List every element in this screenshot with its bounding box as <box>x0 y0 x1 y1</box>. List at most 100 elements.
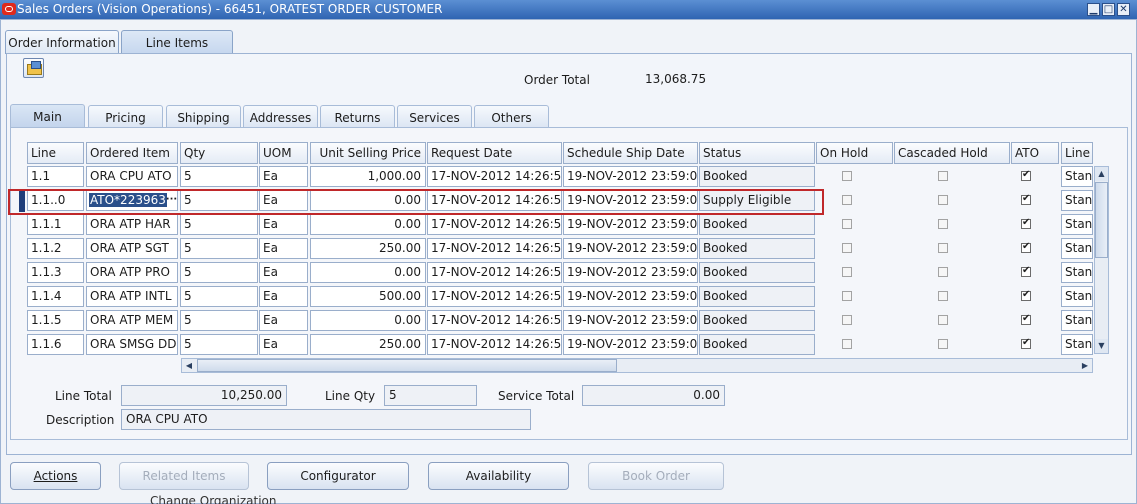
cell-schedule-ship-date[interactable]: 19-NOV-2012 23:59:00 <box>563 286 698 307</box>
ato-checkbox[interactable] <box>1021 241 1031 253</box>
col-header-on-hold[interactable]: On Hold <box>816 142 893 164</box>
cell-line-type[interactable]: Stan <box>1061 166 1093 187</box>
cell-schedule-ship-date[interactable]: 19-NOV-2012 23:59:00 <box>563 166 698 187</box>
cell-qty[interactable]: 5 <box>180 334 258 355</box>
col-header-line[interactable]: Line <box>27 142 84 164</box>
col-header-ato[interactable]: ATO <box>1011 142 1059 164</box>
tab-order-information[interactable]: Order Information <box>5 30 119 54</box>
col-header-status[interactable]: Status <box>699 142 815 164</box>
cascaded-hold-checkbox[interactable] <box>938 171 948 181</box>
subtab-pricing[interactable]: Pricing <box>88 105 163 128</box>
col-header-qty[interactable]: Qty <box>180 142 258 164</box>
tab-line-items[interactable]: Line Items <box>121 30 233 55</box>
cell-ordered-item[interactable]: ORA ATP PRO <box>86 262 178 283</box>
scroll-left-icon[interactable]: ◀ <box>182 359 196 372</box>
cell-qty[interactable]: 5 <box>180 166 258 187</box>
service-total-field[interactable]: 0.00 <box>582 385 725 406</box>
col-header-uom[interactable]: UOM <box>259 142 308 164</box>
cell-status[interactable]: Booked <box>699 286 815 307</box>
cell-line[interactable]: 1.1.2 <box>27 238 84 259</box>
cascaded-hold-checkbox[interactable] <box>938 291 948 301</box>
on-hold-checkbox[interactable] <box>842 315 852 325</box>
col-header-line-type[interactable]: Line <box>1061 142 1093 164</box>
configurator-button[interactable]: Configurator <box>267 462 409 490</box>
cell-unit-selling-price[interactable]: 500.00 <box>310 286 426 307</box>
col-header-unit-selling-price[interactable]: Unit Selling Price <box>310 142 426 164</box>
actions-button[interactable]: Actions <box>10 462 101 490</box>
cell-ordered-item[interactable]: ORA CPU ATO <box>86 166 178 187</box>
cell-line[interactable]: 1.1.4 <box>27 286 84 307</box>
cell-ordered-item[interactable]: ORA ATP SGT <box>86 238 178 259</box>
cell-unit-selling-price[interactable]: 250.00 <box>310 238 426 259</box>
cell-qty[interactable]: 5 <box>180 214 258 235</box>
col-header-request-date[interactable]: Request Date <box>427 142 562 164</box>
cell-unit-selling-price[interactable]: 0.00 <box>310 310 426 331</box>
col-header-schedule-ship-date[interactable]: Schedule Ship Date <box>563 142 698 164</box>
cell-line-type[interactable]: Stan <box>1061 334 1093 355</box>
cell-line-type[interactable]: Stan <box>1061 262 1093 283</box>
cell-request-date[interactable]: 17-NOV-2012 14:26:53 <box>427 166 562 187</box>
on-hold-checkbox[interactable] <box>842 339 852 349</box>
cell-request-date[interactable]: 17-NOV-2012 14:26:53 <box>427 214 562 235</box>
cell-schedule-ship-date[interactable]: 19-NOV-2012 23:59:00 <box>563 334 698 355</box>
book-order-button[interactable]: Book Order <box>588 462 724 490</box>
cell-ordered-item[interactable]: ORA ATP MEM <box>86 310 178 331</box>
col-header-cascaded-hold[interactable]: Cascaded Hold <box>894 142 1010 164</box>
ato-checkbox[interactable] <box>1021 217 1031 229</box>
cascaded-hold-checkbox[interactable] <box>938 339 948 349</box>
scroll-down-icon[interactable]: ▼ <box>1095 339 1108 353</box>
line-qty-field[interactable]: 5 <box>384 385 477 406</box>
cell-uom[interactable]: Ea <box>259 310 308 331</box>
cell-uom[interactable]: Ea <box>259 334 308 355</box>
cell-ordered-item[interactable]: ORA SMSG DD <box>86 334 178 355</box>
cell-qty[interactable]: 5 <box>180 238 258 259</box>
cell-qty[interactable]: 5 <box>180 262 258 283</box>
cell-schedule-ship-date[interactable]: 19-NOV-2012 23:59:00 <box>563 310 698 331</box>
cell-request-date[interactable]: 17-NOV-2012 14:26:53 <box>427 238 562 259</box>
cell-request-date[interactable]: 17-NOV-2012 14:26:53 <box>427 334 562 355</box>
line-total-field[interactable]: 10,250.00 <box>121 385 287 406</box>
cell-uom[interactable]: Ea <box>259 286 308 307</box>
cascaded-hold-checkbox[interactable] <box>938 267 948 277</box>
cell-unit-selling-price[interactable]: 0.00 <box>310 262 426 283</box>
on-hold-checkbox[interactable] <box>842 195 852 205</box>
subtab-main[interactable]: Main <box>10 104 85 128</box>
cell-line-type[interactable]: Stan <box>1061 190 1093 211</box>
subtab-returns[interactable]: Returns <box>320 105 395 128</box>
cell-unit-selling-price[interactable]: 1,000.00 <box>310 166 426 187</box>
cell-schedule-ship-date[interactable]: 19-NOV-2012 23:59:00 <box>563 262 698 283</box>
col-header-ordered-item[interactable]: Ordered Item <box>86 142 178 164</box>
on-hold-checkbox[interactable] <box>842 267 852 277</box>
ato-checkbox[interactable] <box>1021 337 1031 349</box>
cell-status[interactable]: Booked <box>699 214 815 235</box>
cell-line[interactable]: 1.1.3 <box>27 262 84 283</box>
cell-unit-selling-price[interactable]: 250.00 <box>310 334 426 355</box>
close-icon[interactable]: ✕ <box>1117 3 1130 16</box>
on-hold-checkbox[interactable] <box>842 291 852 301</box>
vertical-scroll-thumb[interactable] <box>1095 182 1108 258</box>
description-field[interactable]: ORA CPU ATO <box>121 409 531 430</box>
ato-checkbox[interactable] <box>1021 193 1031 205</box>
cascaded-hold-checkbox[interactable] <box>938 315 948 325</box>
scroll-up-icon[interactable]: ▲ <box>1095 167 1108 181</box>
cell-line[interactable]: 1.1 <box>27 166 84 187</box>
on-hold-checkbox[interactable] <box>842 171 852 181</box>
cell-status[interactable]: Booked <box>699 334 815 355</box>
on-hold-checkbox[interactable] <box>842 219 852 229</box>
horizontal-scroll-thumb[interactable] <box>197 359 617 372</box>
subtab-addresses[interactable]: Addresses <box>243 105 318 128</box>
subtab-shipping[interactable]: Shipping <box>166 105 241 128</box>
availability-button[interactable]: Availability <box>428 462 569 490</box>
ato-checkbox[interactable] <box>1021 169 1031 181</box>
cell-uom[interactable]: Ea <box>259 238 308 259</box>
on-hold-checkbox[interactable] <box>842 243 852 253</box>
cell-line[interactable]: 1.1.5 <box>27 310 84 331</box>
cell-status[interactable]: Booked <box>699 238 815 259</box>
cascaded-hold-checkbox[interactable] <box>938 219 948 229</box>
cell-schedule-ship-date[interactable]: 19-NOV-2012 23:59:00 <box>563 238 698 259</box>
cell-status[interactable]: Booked <box>699 310 815 331</box>
cascaded-hold-checkbox[interactable] <box>938 243 948 253</box>
cell-ordered-item[interactable]: ORA ATP INTL <box>86 286 178 307</box>
cell-status[interactable]: Booked <box>699 166 815 187</box>
folder-icon[interactable] <box>23 58 44 78</box>
